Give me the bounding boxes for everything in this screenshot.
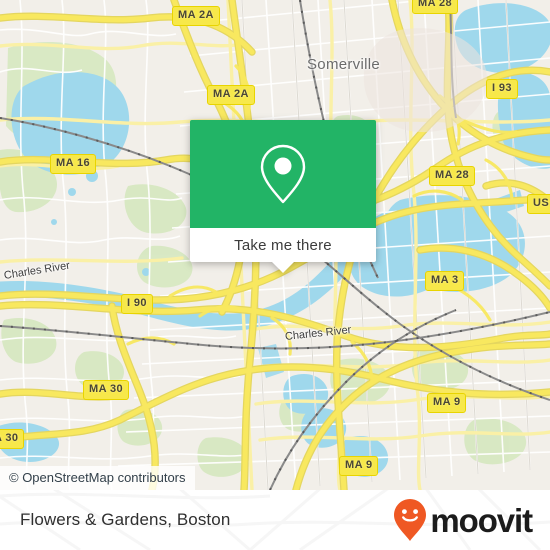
road-shield-us-5[interactable]: US 5 bbox=[527, 194, 550, 214]
place-label-somerville: Somerville bbox=[307, 56, 381, 73]
popup-tail-pointer bbox=[272, 262, 294, 273]
moovit-map-screenshot: Somerville Charles River Charles River M… bbox=[0, 0, 550, 550]
moovit-wordmark: moovit bbox=[430, 501, 533, 539]
road-shield-ma-2a-south[interactable]: MA 2A bbox=[207, 85, 255, 105]
road-shield-ma-16[interactable]: MA 16 bbox=[50, 154, 96, 174]
road-shield-ma-28-east[interactable]: MA 28 bbox=[429, 166, 475, 186]
road-shield-ma-28-north[interactable]: MA 28 bbox=[412, 0, 458, 14]
road-shield-ma-30[interactable]: MA 30 bbox=[83, 380, 129, 400]
take-me-there-label: Take me there bbox=[234, 236, 332, 254]
map-pin-icon bbox=[260, 144, 306, 204]
road-shield-ma-9-south[interactable]: MA 9 bbox=[339, 456, 379, 476]
location-popup-card[interactable]: Take me there bbox=[190, 120, 376, 273]
road-shield-ma-30-west[interactable]: A 30 bbox=[0, 429, 25, 449]
road-shield-ma-3[interactable]: MA 3 bbox=[425, 271, 465, 291]
road-shield-ma-2a-north[interactable]: MA 2A bbox=[172, 6, 220, 26]
moovit-smiley-pin-icon bbox=[394, 499, 427, 541]
map-canvas[interactable]: Somerville Charles River Charles River M… bbox=[0, 0, 550, 490]
moovit-brand[interactable]: moovit bbox=[393, 498, 533, 542]
osm-attribution[interactable]: © OpenStreetMap contributors bbox=[0, 466, 195, 490]
popup-footer[interactable]: Take me there bbox=[190, 228, 376, 273]
popup-header bbox=[190, 120, 376, 228]
road-shield-i-90[interactable]: I 90 bbox=[121, 294, 153, 314]
location-title: Flowers & Gardens, Boston bbox=[20, 510, 231, 529]
road-shield-i-93[interactable]: I 93 bbox=[486, 79, 518, 99]
footer-bar: Flowers & Gardens, Boston moovit bbox=[0, 490, 550, 550]
road-shield-ma-9-east[interactable]: MA 9 bbox=[427, 393, 467, 413]
